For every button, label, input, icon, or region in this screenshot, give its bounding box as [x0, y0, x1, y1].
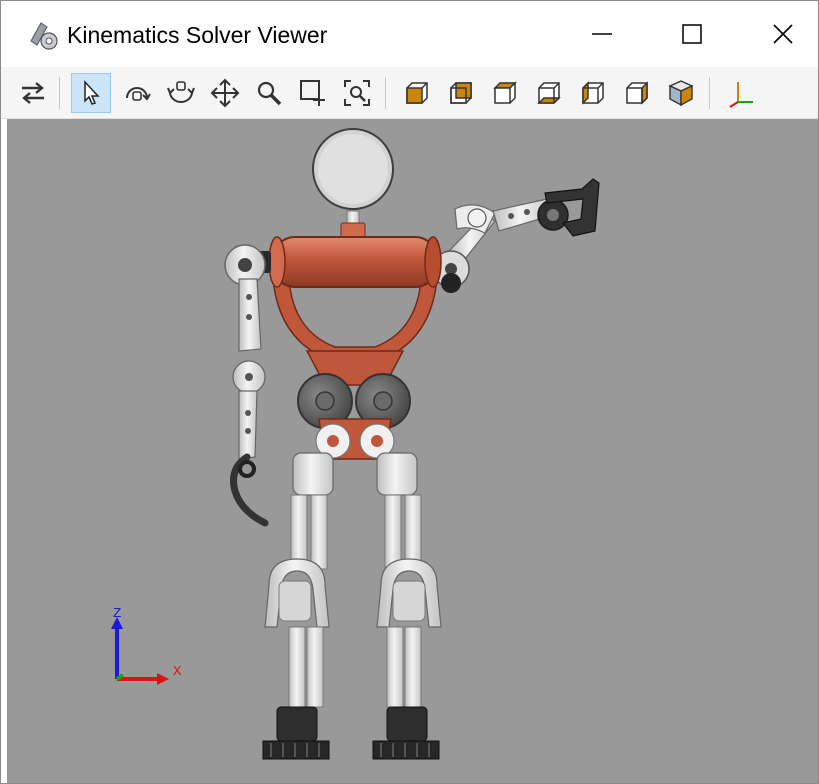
- rotate-button[interactable]: [161, 73, 201, 113]
- app-gear-icon: [27, 19, 61, 53]
- view-iso-button[interactable]: [661, 73, 701, 113]
- view-right-icon: [626, 81, 648, 105]
- toolbar-separator: [385, 77, 386, 109]
- title-bar[interactable]: Kinematics Solver Viewer: [1, 1, 818, 67]
- close-icon: [773, 24, 793, 44]
- robot-left-arm: [224, 244, 269, 527]
- robot-model: Z X: [111, 128, 600, 760]
- zoom-window-icon: [300, 80, 325, 106]
- pan-button[interactable]: [205, 73, 245, 113]
- minimize-icon: [592, 33, 612, 35]
- zoom-fit-icon: [344, 80, 370, 106]
- 3d-viewport[interactable]: Z X: [7, 119, 818, 783]
- axes-triad-button[interactable]: [721, 73, 761, 113]
- x-axis-label: X: [173, 664, 182, 680]
- view-bottom-button[interactable]: [529, 73, 569, 113]
- toolbar-separator: [59, 77, 60, 109]
- axis-triad: Z X: [111, 606, 182, 685]
- minimize-button[interactable]: [575, 11, 629, 57]
- close-button[interactable]: [756, 11, 810, 57]
- viewer-window: Kinematics Solver Viewer Z X: [0, 0, 819, 784]
- view-back-icon: [450, 82, 472, 104]
- view-bottom-icon: [537, 82, 561, 104]
- zoom-fit-button[interactable]: [337, 73, 377, 113]
- toolbar-separator: [709, 77, 710, 109]
- toolbar: [1, 67, 818, 119]
- view-top-icon: [493, 81, 517, 104]
- view-top-button[interactable]: [485, 73, 525, 113]
- robot-right-leg: [372, 452, 442, 760]
- maximize-icon: [682, 24, 702, 44]
- pan-move-icon: [210, 78, 240, 108]
- zoom-icon: [257, 81, 282, 106]
- rotate-icon: [167, 81, 195, 103]
- view-front-icon: [406, 82, 428, 104]
- select-button[interactable]: [71, 73, 111, 113]
- view-back-button[interactable]: [441, 73, 481, 113]
- view-iso-icon: [668, 80, 694, 107]
- robot-left-leg: [262, 452, 334, 760]
- maximize-button[interactable]: [665, 11, 719, 57]
- swap-button[interactable]: [13, 73, 53, 113]
- window-title: Kinematics Solver Viewer: [67, 22, 328, 48]
- swap-arrows-icon: [22, 82, 44, 104]
- zoom-window-button[interactable]: [293, 73, 333, 113]
- view-left-icon: [582, 81, 604, 105]
- orbit-button[interactable]: [117, 73, 157, 113]
- robot-torso: [257, 236, 442, 460]
- zoom-button[interactable]: [249, 73, 289, 113]
- axes-triad-icon: [729, 82, 753, 108]
- robot-head: [312, 128, 394, 238]
- z-axis-label: Z: [113, 606, 121, 622]
- view-left-button[interactable]: [573, 73, 613, 113]
- orbit-icon: [126, 87, 151, 101]
- view-right-button[interactable]: [617, 73, 657, 113]
- robot-right-arm: [432, 178, 600, 293]
- view-front-button[interactable]: [397, 73, 437, 113]
- select-pointer-icon: [84, 80, 100, 105]
